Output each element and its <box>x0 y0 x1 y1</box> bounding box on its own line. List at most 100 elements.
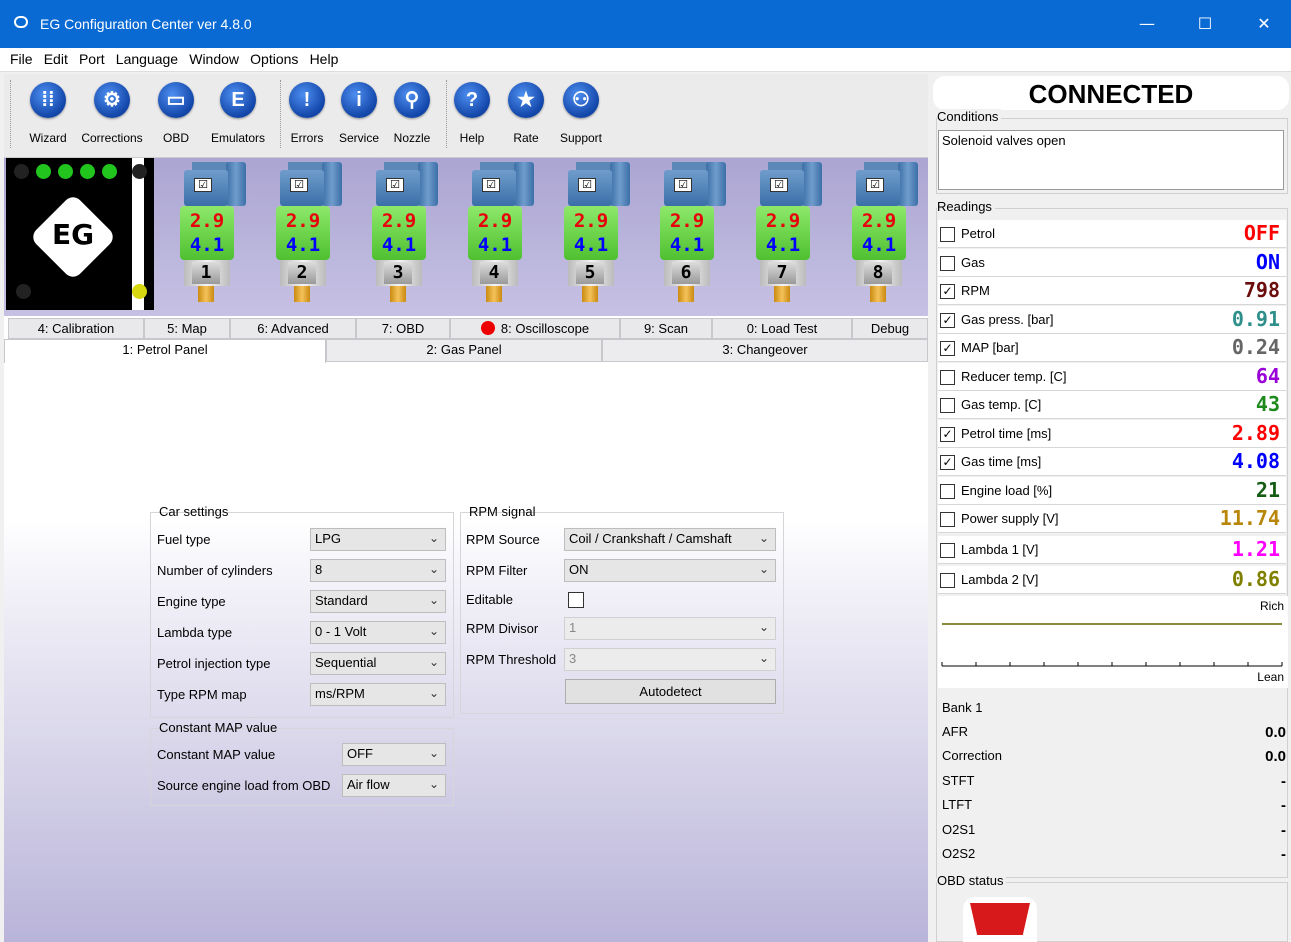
tab-obd[interactable]: 7: OBD <box>356 318 450 339</box>
lambda-type-select[interactable]: 0 - 1 Volt ⌄ <box>310 621 446 644</box>
rpm-map-type-select[interactable]: ms/RPM ⌄ <box>310 683 446 706</box>
corrections-label: Corrections <box>81 131 143 145</box>
menu-language[interactable]: Language <box>116 48 178 67</box>
reading-checkbox[interactable]: ✓ <box>940 341 955 356</box>
injector-number: 6 <box>672 262 700 284</box>
maximize-button[interactable]: ☐ <box>1192 12 1218 36</box>
injector-1[interactable]: ☑ 2.9 4.1 1 <box>170 162 250 308</box>
injector-gas-time: 4.1 <box>189 234 225 256</box>
reading-checkbox[interactable] <box>940 227 955 242</box>
help-button[interactable]: ? Help <box>452 82 492 145</box>
injector-gas-time: 4.1 <box>477 234 513 256</box>
tab-calibration[interactable]: 4: Calibration <box>8 318 144 339</box>
engine-type-select[interactable]: Standard ⌄ <box>310 590 446 613</box>
reading-value: 64 <box>1255 363 1280 388</box>
injector-checkbox[interactable]: ☑ <box>386 178 404 192</box>
editable-checkbox[interactable] <box>568 592 584 608</box>
tab-map[interactable]: 5: Map <box>144 318 230 339</box>
lambda-type-label: Lambda type <box>157 625 233 640</box>
injector-gas-time: 4.1 <box>573 234 609 256</box>
reading-row: Lambda 2 [V] 0.86 <box>938 566 1286 594</box>
reading-checkbox[interactable] <box>940 255 955 271</box>
injector-checkbox[interactable]: ☑ <box>194 178 212 192</box>
injector-7[interactable]: ☑ 2.9 4.1 7 <box>746 162 826 308</box>
reading-checkbox[interactable]: ✓ <box>940 312 955 328</box>
constant-map-label: Constant MAP value <box>157 747 276 762</box>
bank-row-label: O2S2 <box>942 846 976 861</box>
corrections-button[interactable]: ⚙ Corrections <box>76 82 148 145</box>
injector-number: 2 <box>288 262 316 284</box>
service-button[interactable]: i Service <box>334 82 384 145</box>
tab-oscilloscope[interactable]: 8: Oscilloscope <box>450 318 620 339</box>
injector-nozzle <box>294 286 310 302</box>
injection-type-label: Petrol injection type <box>157 656 271 671</box>
nozzle-button[interactable]: ⚲ Nozzle <box>389 82 435 145</box>
injector-8[interactable]: ☑ 2.9 4.1 8 <box>842 162 922 308</box>
constant-map-select[interactable]: OFF ⌄ <box>342 743 446 766</box>
injector-checkbox[interactable]: ☑ <box>290 178 308 192</box>
injector-pipe <box>610 162 630 206</box>
reading-checkbox[interactable] <box>940 512 955 527</box>
obd-button[interactable]: ▭ OBD <box>156 82 196 145</box>
bank-row-label: LTFT <box>942 797 973 813</box>
menu-edit[interactable]: Edit <box>44 48 68 67</box>
injector-checkbox[interactable]: ☑ <box>482 178 500 192</box>
reading-checkbox[interactable] <box>940 369 955 385</box>
injector-4[interactable]: ☑ 2.9 4.1 4 <box>458 162 538 308</box>
reading-value: 1.21 <box>1231 537 1280 561</box>
close-button[interactable]: ✕ <box>1251 12 1277 36</box>
obd-status-title: OBD status <box>937 873 1007 888</box>
injector-checkbox[interactable]: ☑ <box>866 178 884 192</box>
minimize-button[interactable]: — <box>1134 12 1160 36</box>
autodetect-button[interactable]: Autodetect <box>565 679 776 704</box>
nozzle-icon: ⚲ <box>394 82 430 118</box>
bank-row-value: - <box>1281 797 1286 815</box>
rpm-filter-select[interactable]: ON ⌄ <box>564 559 776 582</box>
reading-checkbox[interactable] <box>940 543 955 558</box>
engine-load-source-select[interactable]: Air flow ⌄ <box>342 774 446 797</box>
reading-value: 0.86 <box>1231 567 1280 591</box>
rate-button[interactable]: ★ Rate <box>506 82 546 145</box>
emulators-button[interactable]: E Emulators <box>206 82 270 145</box>
cylinders-select[interactable]: 8 ⌄ <box>310 559 446 582</box>
wizard-button[interactable]: ⁞⁞ Wizard <box>26 82 70 145</box>
reading-checkbox[interactable] <box>940 398 955 413</box>
reading-checkbox[interactable] <box>940 573 955 588</box>
support-label: Support <box>559 131 603 145</box>
menu-window[interactable]: Window <box>189 48 239 67</box>
nozzle-label: Nozzle <box>393 131 431 145</box>
reading-checkbox[interactable]: ✓ <box>940 284 955 299</box>
tab-petrol-panel[interactable]: 1: Petrol Panel <box>4 339 326 363</box>
injector-checkbox[interactable]: ☑ <box>578 178 596 192</box>
tab-load-test[interactable]: 0: Load Test <box>712 318 852 339</box>
tab-changeover[interactable]: 3: Changeover <box>602 339 928 362</box>
injector-3[interactable]: ☑ 2.9 4.1 3 <box>362 162 442 308</box>
injector-checkbox[interactable]: ☑ <box>770 178 788 192</box>
lambda-type-value: 0 - 1 Volt <box>315 624 367 639</box>
menu-options[interactable]: Options <box>250 48 298 67</box>
rpm-source-select[interactable]: Coil / Crankshaft / Camshaft ⌄ <box>564 528 776 551</box>
injector-6[interactable]: ☑ 2.9 4.1 6 <box>650 162 730 308</box>
tab-gas-panel[interactable]: 2: Gas Panel <box>326 339 602 362</box>
tab-debug[interactable]: Debug <box>852 318 928 339</box>
injector-2[interactable]: ☑ 2.9 4.1 2 <box>266 162 346 308</box>
tab-scan[interactable]: 9: Scan <box>620 318 712 339</box>
injector-checkbox[interactable]: ☑ <box>674 178 692 192</box>
support-button[interactable]: ⚇ Support <box>554 82 608 145</box>
menu-port[interactable]: Port <box>79 48 105 67</box>
fuel-type-select[interactable]: LPG ⌄ <box>310 528 446 551</box>
tab-advanced[interactable]: 6: Advanced <box>230 318 356 339</box>
reading-name: Power supply [V] <box>961 511 1059 526</box>
bank-row: AFR 0.0 <box>942 724 1286 748</box>
injector-5[interactable]: ☑ 2.9 4.1 5 <box>554 162 634 308</box>
menu-file[interactable]: File <box>10 48 33 67</box>
errors-button[interactable]: ! Errors <box>286 82 328 145</box>
lambda-graph: Rich Lean <box>938 596 1288 688</box>
reading-checkbox[interactable]: ✓ <box>940 426 955 442</box>
bank-row: O2S2 - <box>942 846 1286 870</box>
injection-type-select[interactable]: Sequential ⌄ <box>310 652 446 675</box>
reading-checkbox[interactable]: ✓ <box>940 455 955 470</box>
menu-help[interactable]: Help <box>310 48 339 67</box>
engine-type-label: Engine type <box>157 594 226 609</box>
reading-checkbox[interactable] <box>940 483 955 499</box>
